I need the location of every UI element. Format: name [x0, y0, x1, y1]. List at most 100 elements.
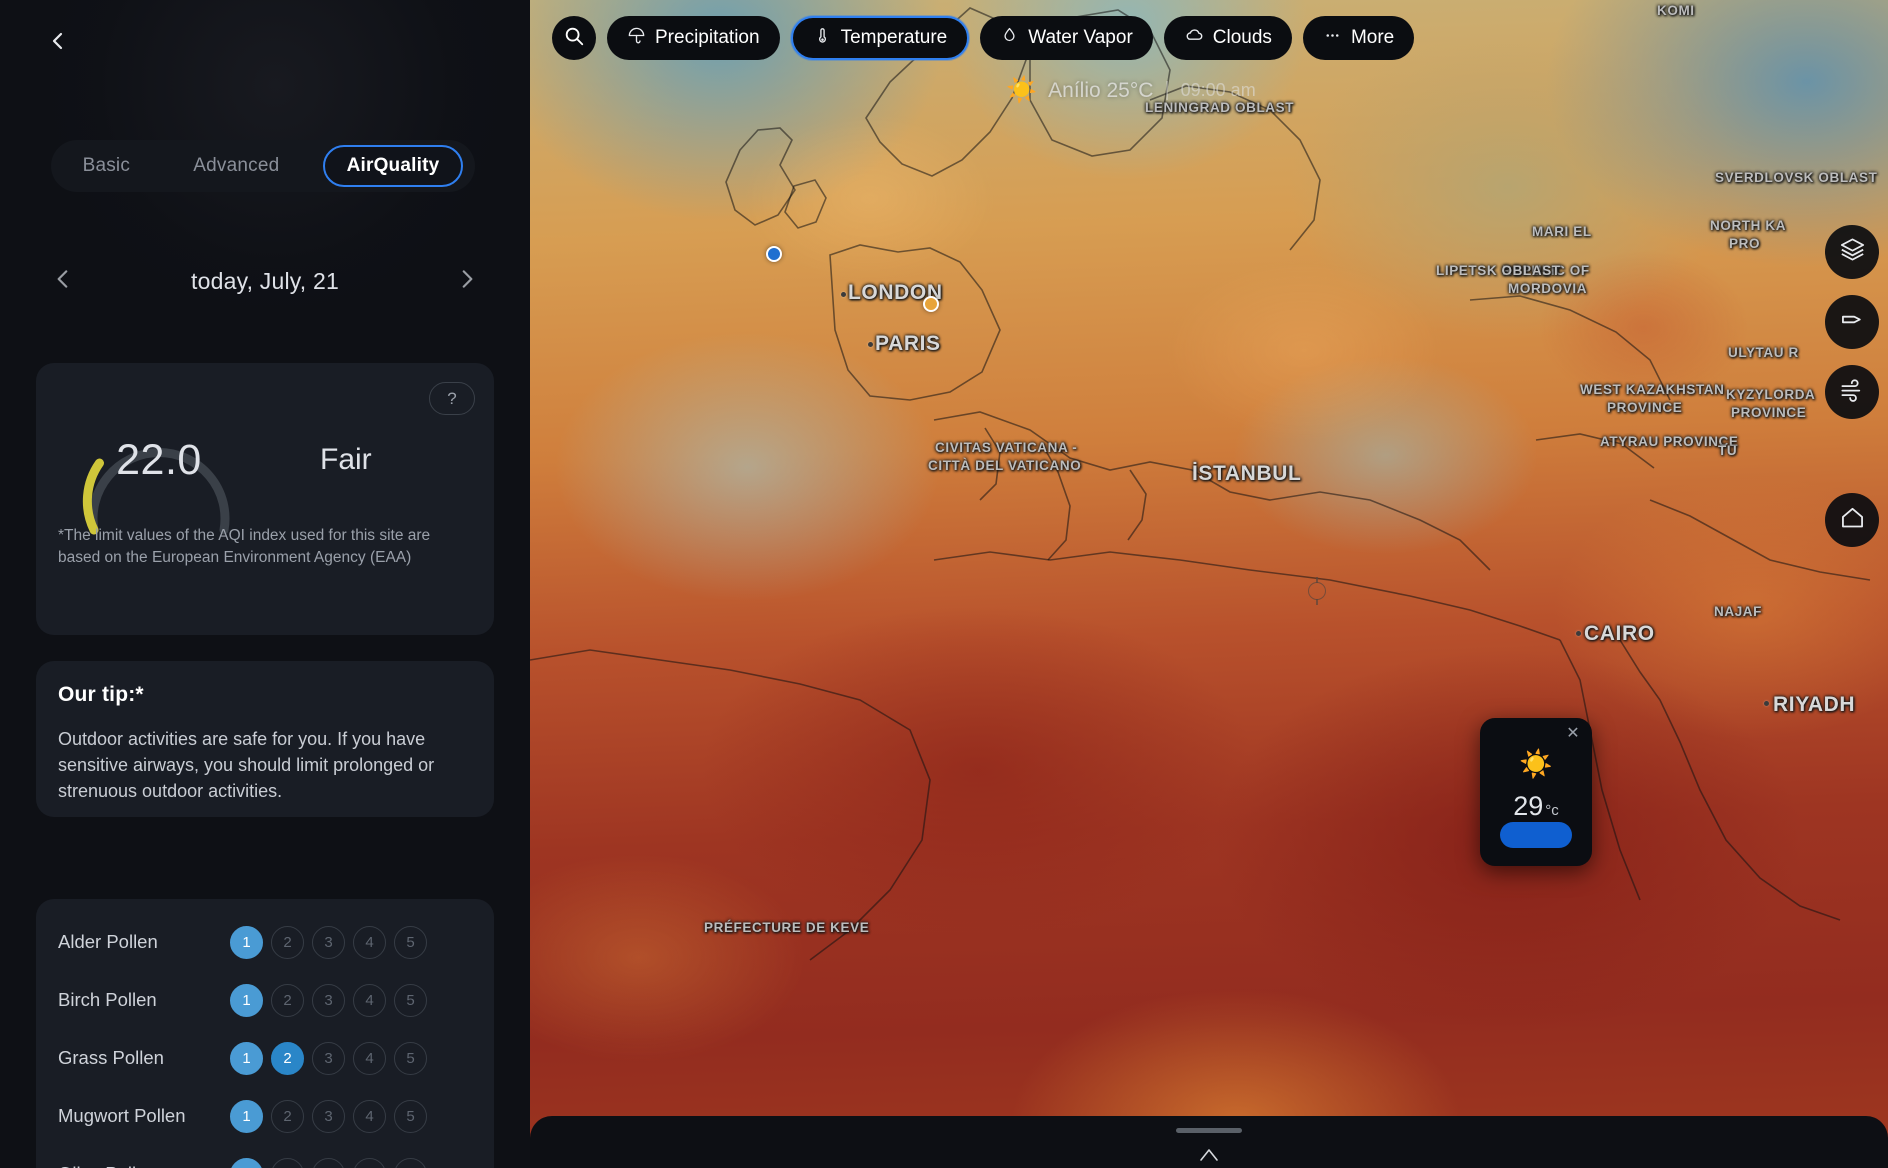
pollen-level-dot[interactable]: 3 — [312, 925, 345, 959]
pollen-level-dot[interactable]: 5 — [394, 1041, 427, 1075]
pollen-level-dot[interactable]: 5 — [394, 983, 427, 1017]
pollen-level-dot[interactable]: 1 — [230, 1099, 263, 1133]
pollen-level-dot[interactable]: 4 — [353, 1099, 386, 1133]
map-label-button[interactable] — [1825, 295, 1879, 349]
drag-handle[interactable] — [1176, 1128, 1242, 1133]
ellipsis-icon — [1323, 26, 1342, 51]
layer-chip-label: Temperature — [840, 27, 948, 48]
pollen-level-dot[interactable]: 1 — [230, 1157, 263, 1168]
home-icon — [1839, 504, 1866, 536]
pollen-level-dot[interactable]: 4 — [353, 1157, 386, 1168]
tip-card: Our tip:* Outdoor activities are safe fo… — [36, 661, 494, 817]
pollen-level-dot[interactable]: 5 — [394, 1157, 427, 1168]
chevron-left-icon — [50, 266, 76, 297]
pollen-name: Grass Pollen — [58, 1047, 164, 1068]
aqi-rating: Fair — [320, 443, 372, 476]
chevron-right-icon — [454, 266, 480, 297]
pollen-level-dot[interactable]: 2 — [271, 1157, 304, 1168]
layer-chip-more[interactable]: More — [1302, 16, 1415, 60]
pollen-level-scale: 12345 — [230, 1157, 427, 1168]
tip-title: Our tip:* — [58, 683, 144, 706]
pollen-level-dot[interactable]: 1 — [230, 1041, 263, 1075]
pollen-level-dot[interactable]: 5 — [394, 925, 427, 959]
pollen-level-dot[interactable]: 4 — [353, 925, 386, 959]
location-name-temp: Anílio 25°C — [1048, 78, 1154, 102]
map-side-controls — [1825, 225, 1879, 547]
selected-marker[interactable] — [923, 296, 939, 312]
umbrella-icon — [627, 26, 646, 51]
chevron-left-icon — [46, 29, 70, 58]
close-icon[interactable]: ✕ — [1564, 725, 1582, 743]
pollen-level-dot[interactable]: 2 — [271, 925, 304, 959]
pollen-level-dot[interactable]: 4 — [353, 1041, 386, 1075]
location-separator: | — [1164, 79, 1170, 101]
pollen-level-scale: 12345 — [230, 983, 427, 1017]
pollen-name: Mugwort Pollen — [58, 1105, 186, 1126]
layer-chip-temperature[interactable]: Temperature — [790, 16, 970, 60]
pollen-level-dot[interactable]: 4 — [353, 983, 386, 1017]
pollen-level-dot[interactable]: 3 — [312, 1157, 345, 1168]
tip-body: Outdoor activities are safe for you. If … — [58, 729, 435, 802]
tab-advanced[interactable]: Advanced — [173, 146, 299, 186]
back-button[interactable] — [38, 23, 78, 63]
tab-airquality[interactable]: AirQuality — [322, 145, 464, 187]
layers-button[interactable] — [1825, 225, 1879, 279]
popup-temp-unit: °c — [1545, 802, 1559, 819]
map-city-dot — [1764, 701, 1769, 706]
aqi-disclaimer: *The limit values of the AQI index used … — [58, 527, 431, 566]
pollen-level-dot[interactable]: 2 — [271, 983, 304, 1017]
pollen-level-dot[interactable]: 1 — [230, 983, 263, 1017]
layer-chip-precipitation[interactable]: Precipitation — [607, 16, 780, 60]
pollen-level-dot[interactable]: 3 — [312, 1099, 345, 1133]
pollen-level-dot[interactable]: 3 — [312, 1041, 345, 1075]
view-mode-tabs: Basic Advanced AirQuality — [51, 140, 475, 192]
pollen-level-scale: 12345 — [230, 1099, 427, 1133]
pollen-row: Alder Pollen 1 2 3 4 5 — [36, 913, 494, 971]
home-marker[interactable] — [766, 246, 782, 262]
current-location-strip: ☀️ Anílio 25°C | 09:00 am — [1006, 78, 1256, 103]
map-city-dot — [841, 292, 846, 297]
popup-action-button[interactable] — [1500, 822, 1572, 848]
air-quality-panel: Basic Advanced AirQuality today, July, 2… — [0, 0, 530, 1168]
map-layer-toolbar: Precipitation Temperature Water Vapor Cl… — [552, 16, 1415, 60]
pollen-level-dot[interactable]: 2 — [271, 1099, 304, 1133]
pollen-row: Mugwort Pollen 1 2 3 4 5 — [36, 1087, 494, 1145]
pollen-row: Grass Pollen 1 2 3 4 5 — [36, 1029, 494, 1087]
weather-app: Basic Advanced AirQuality today, July, 2… — [0, 0, 1888, 1168]
pollen-name: Birch Pollen — [58, 989, 157, 1010]
tab-basic[interactable]: Basic — [63, 146, 150, 186]
chevron-up-icon[interactable] — [1195, 1146, 1223, 1168]
pollen-level-dot[interactable]: 5 — [394, 1099, 427, 1133]
pollen-level-dot[interactable]: 3 — [312, 983, 345, 1017]
prev-day-button[interactable] — [40, 258, 86, 304]
search-icon — [563, 25, 585, 52]
water-drop-icon — [1000, 26, 1019, 51]
next-day-button[interactable] — [444, 258, 490, 304]
pollen-level-dot[interactable]: 1 — [230, 925, 263, 959]
weather-map[interactable]: KOMI SVERDLOVSK OBLAST LENINGRAD OBLAST MAR… — [530, 0, 1888, 1168]
weather-popup-card[interactable]: ✕ ☀️ 29 °c — [1480, 718, 1592, 866]
location-time: 09:00 am — [1180, 80, 1256, 100]
sun-icon: ☀️ — [1006, 76, 1038, 104]
pollen-level-dot[interactable]: 2 — [271, 1041, 304, 1075]
layer-chip-label: Clouds — [1212, 27, 1272, 48]
aqi-gauge-row: 22.0 Fair — [36, 385, 494, 535]
home-button[interactable] — [1825, 493, 1879, 547]
thermometer-icon — [813, 26, 832, 51]
coastline-overlay — [530, 7, 1871, 961]
search-button[interactable] — [552, 16, 596, 60]
aqi-gauge: 22.0 — [54, 385, 264, 535]
wind-button[interactable] — [1825, 365, 1879, 419]
bottom-sheet[interactable] — [530, 1116, 1888, 1168]
layer-chip-clouds[interactable]: Clouds — [1163, 16, 1292, 60]
pollen-level-scale: 12345 — [230, 1041, 427, 1075]
map-city-dot — [868, 342, 873, 347]
aqi-card: ? 22.0 Fair *The limit values of the AQI… — [36, 363, 494, 635]
current-date-label: today, July, 21 — [191, 267, 339, 294]
tag-icon — [1839, 306, 1866, 338]
layer-chip-water-vapor[interactable]: Water Vapor — [980, 16, 1153, 60]
aqi-value: 22.0 — [116, 435, 202, 484]
cloud-icon — [1184, 25, 1204, 51]
popup-temperature: 29 °c — [1513, 791, 1559, 821]
layer-chip-label: More — [1350, 27, 1395, 48]
